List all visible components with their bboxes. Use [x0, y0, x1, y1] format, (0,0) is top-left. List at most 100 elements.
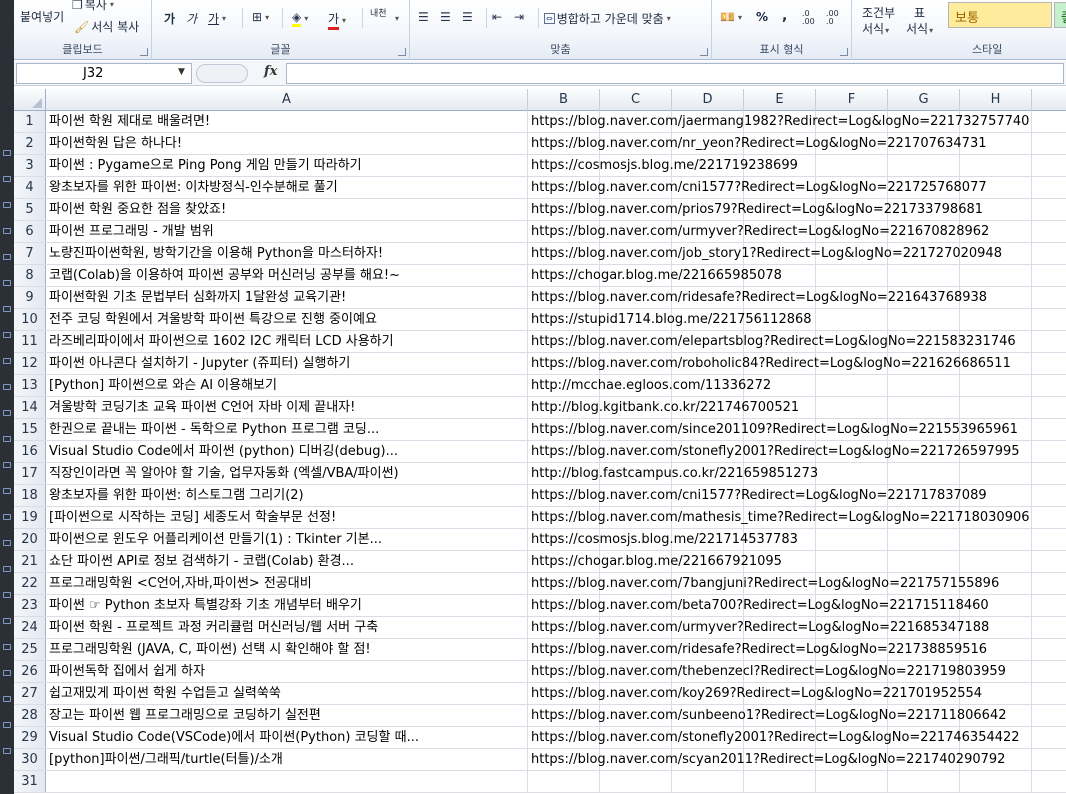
- column-header-f[interactable]: F: [816, 89, 888, 111]
- comma-button[interactable]: ,: [782, 8, 787, 24]
- cell-title[interactable]: 왕초보자를 위한 파이썬: 이차방정식-인수분해로 풀기: [46, 177, 528, 198]
- decrease-indent-button[interactable]: ⇤: [492, 10, 502, 24]
- cell-empty-i[interactable]: [1032, 353, 1066, 374]
- cell-empty-i[interactable]: [1032, 287, 1066, 308]
- cell-empty-i[interactable]: [1032, 617, 1066, 638]
- cell-empty-i[interactable]: [1032, 595, 1066, 616]
- wrap-hanja-button[interactable]: 내천: [370, 10, 387, 19]
- cell-url[interactable]: http://mcchae.egloos.com/11336272: [528, 375, 771, 396]
- cell-empty-i[interactable]: [1032, 485, 1066, 506]
- row-header[interactable]: 4: [14, 177, 46, 198]
- cell-url[interactable]: https://blog.naver.com/scyan2011?Redirec…: [528, 749, 1005, 770]
- cell-title[interactable]: 노량진파이썬학원, 방학기간을 이용해 Python을 마스터하자!: [46, 243, 528, 264]
- phonetic-button[interactable]: 가 ▾: [208, 10, 226, 27]
- increase-indent-button[interactable]: ⇥: [514, 10, 524, 24]
- cell-empty-i[interactable]: [1032, 683, 1066, 704]
- row-header[interactable]: 31: [14, 771, 46, 792]
- cell-title[interactable]: 전주 코딩 학원에서 겨울방학 파이썬 특강으로 진행 중이예요: [46, 309, 528, 330]
- row-header[interactable]: 1: [14, 111, 46, 132]
- column-header-e[interactable]: E: [744, 89, 816, 111]
- cell-title[interactable]: 파이썬 프로그래밍 - 개발 범위: [46, 221, 528, 242]
- row-header[interactable]: 24: [14, 617, 46, 638]
- copy-dropdown-icon[interactable]: ▾: [110, 0, 114, 9]
- increase-decimal-button[interactable]: .0 .00: [802, 10, 822, 26]
- cell-title[interactable]: 코랩(Colab)을 이용하여 파이썬 공부와 머신러닝 공부를 해요!~: [46, 265, 528, 286]
- cell-empty-i[interactable]: [1032, 705, 1066, 726]
- cell-empty-f[interactable]: [816, 155, 888, 176]
- column-header-d[interactable]: D: [672, 89, 744, 111]
- cell-title[interactable]: 쉽고재밌게 파이썬 학원 수업듣고 실력쑥쑥: [46, 683, 528, 704]
- cell-empty-i[interactable]: [1032, 111, 1066, 132]
- row-header[interactable]: 13: [14, 375, 46, 396]
- cell-url[interactable]: https://chogar.blog.me/221665985078: [528, 265, 782, 286]
- row-header[interactable]: 19: [14, 507, 46, 528]
- decrease-decimal-button[interactable]: .00 .0: [826, 10, 846, 26]
- cell-title[interactable]: 겨울방학 코딩기초 교육 파이썬 C언어 자바 이제 끝내자!: [46, 397, 528, 418]
- cell-url[interactable]: https://blog.naver.com/prios79?Redirect=…: [528, 199, 983, 220]
- cell-empty-d[interactable]: [672, 771, 744, 792]
- name-box-dropdown-icon[interactable]: ▼: [178, 67, 185, 77]
- cell-empty-i[interactable]: [1032, 573, 1066, 594]
- align-center-button[interactable]: ☰: [440, 10, 451, 24]
- row-header[interactable]: 12: [14, 353, 46, 374]
- cell-url[interactable]: https://blog.naver.com/cni1577?Redirect=…: [528, 177, 987, 198]
- row-header[interactable]: 23: [14, 595, 46, 616]
- phonetic-dropdown-icon[interactable]: ▾: [222, 14, 226, 23]
- cell-empty-f[interactable]: [816, 265, 888, 286]
- cell-title[interactable]: [46, 771, 528, 792]
- row-header[interactable]: 5: [14, 199, 46, 220]
- cell-title[interactable]: [파이썬으로 시작하는 코딩] 세종도서 학술부문 선정!: [46, 507, 528, 528]
- cell-empty-h[interactable]: [960, 155, 1032, 176]
- row-header[interactable]: 22: [14, 573, 46, 594]
- name-box[interactable]: J32: [16, 63, 192, 84]
- row-header[interactable]: 15: [14, 419, 46, 440]
- cell-empty-g[interactable]: [888, 155, 960, 176]
- row-header[interactable]: 8: [14, 265, 46, 286]
- cell-empty-i[interactable]: [1032, 177, 1066, 198]
- cell-url[interactable]: https://stupid1714.blog.me/221756112868: [528, 309, 812, 330]
- cell-empty-f[interactable]: [816, 463, 888, 484]
- cell-empty-h[interactable]: [960, 309, 1032, 330]
- cell-url[interactable]: https://blog.naver.com/koy269?Redirect=L…: [528, 683, 982, 704]
- cell-empty-f[interactable]: [816, 375, 888, 396]
- cell-empty-h[interactable]: [960, 551, 1032, 572]
- cell-title[interactable]: 프로그래밍학원 (JAVA, C, 파이썬) 선택 시 확인해야 할 점!: [46, 639, 528, 660]
- row-header[interactable]: 2: [14, 133, 46, 154]
- cell-url[interactable]: https://blog.naver.com/sunbeeno1?Redirec…: [528, 705, 1007, 726]
- cell-empty-g[interactable]: [888, 265, 960, 286]
- row-header[interactable]: 26: [14, 661, 46, 682]
- copy-button[interactable]: ❐ 복사 ▾: [72, 0, 114, 13]
- borders-dropdown-icon[interactable]: ▾: [265, 13, 269, 22]
- style-normal-tile[interactable]: 보통: [948, 2, 1052, 28]
- cell-url[interactable]: https://cosmosjs.blog.me/221719238699: [528, 155, 798, 176]
- cell-empty-i[interactable]: [1032, 639, 1066, 660]
- cell-empty-i[interactable]: [1032, 265, 1066, 286]
- cell-empty-f[interactable]: [816, 529, 888, 550]
- row-header[interactable]: 18: [14, 485, 46, 506]
- cell-title[interactable]: 파이썬 ☞ Python 초보자 특별강좌 기초 개념부터 배우기: [46, 595, 528, 616]
- number-launcher-icon[interactable]: .: [840, 48, 848, 56]
- cell-empty-h[interactable]: [960, 771, 1032, 792]
- cell-empty-i[interactable]: [1032, 441, 1066, 462]
- align-left-button[interactable]: ☰: [418, 10, 429, 24]
- row-header[interactable]: 16: [14, 441, 46, 462]
- cell-empty-i[interactable]: [1032, 727, 1066, 748]
- merge-dropdown-icon[interactable]: ▾: [667, 14, 671, 23]
- cell-title[interactable]: [python]파이썬/그래픽/turtle(터틀)/소개: [46, 749, 528, 770]
- cell-title[interactable]: 파이썬학원 답은 하나다!: [46, 133, 528, 154]
- accounting-format-button[interactable]: 💴 ▾: [720, 10, 742, 24]
- row-header[interactable]: 6: [14, 221, 46, 242]
- formula-input[interactable]: [286, 63, 1064, 84]
- cell-title[interactable]: 파이썬으로 윈도우 어플리케이션 만들기(1) : Tkinter 기본...: [46, 529, 528, 550]
- cell-empty-i[interactable]: [1032, 661, 1066, 682]
- font-launcher-icon[interactable]: .: [398, 48, 406, 56]
- cell-url[interactable]: https://blog.naver.com/nr_yeon?Redirect=…: [528, 133, 987, 154]
- cell-empty-i[interactable]: [1032, 199, 1066, 220]
- cell-url[interactable]: https://blog.naver.com/ridesafe?Redirect…: [528, 639, 987, 660]
- row-header[interactable]: 17: [14, 463, 46, 484]
- cell-empty-g[interactable]: [888, 771, 960, 792]
- row-header[interactable]: 9: [14, 287, 46, 308]
- cell-url[interactable]: https://blog.naver.com/mathesis_time?Red…: [528, 507, 1030, 528]
- cell-empty-c[interactable]: [600, 771, 672, 792]
- cell-title[interactable]: 파이썬 아나콘다 설치하기 - Jupyter (쥬피터) 실행하기: [46, 353, 528, 374]
